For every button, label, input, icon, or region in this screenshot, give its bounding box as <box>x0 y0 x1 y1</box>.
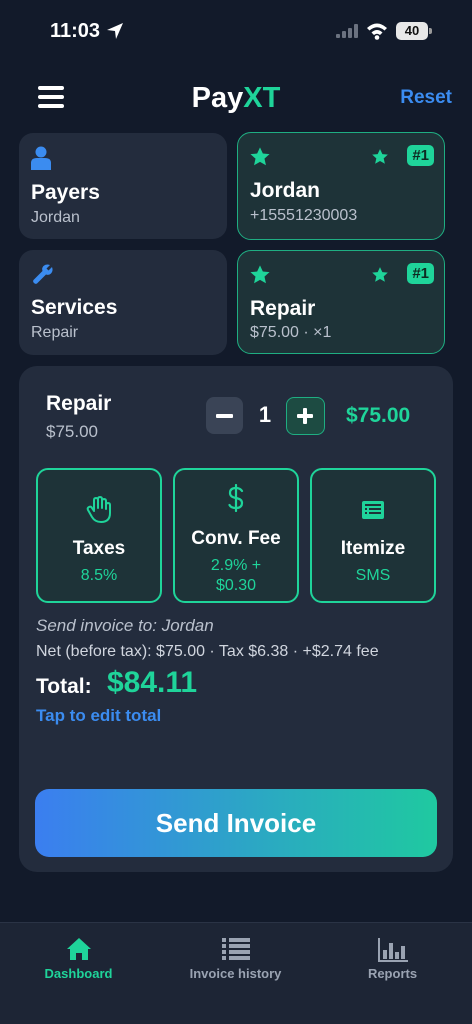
brand-pay: Pay <box>191 82 244 114</box>
taxes-title: Taxes <box>72 538 126 559</box>
increase-quantity-button[interactable] <box>286 397 325 435</box>
itemize-title: Itemize <box>340 538 406 559</box>
line-item-name: Repair <box>46 392 112 415</box>
total-label: Total: <box>36 675 92 698</box>
send-invoice-button[interactable]: Send Invoice <box>35 789 437 857</box>
cellular-signal-icon <box>336 24 358 38</box>
reset-button[interactable]: Reset <box>400 87 452 109</box>
rank-badge: #1 <box>407 145 434 166</box>
itemize-option[interactable]: Itemize SMS <box>310 468 436 603</box>
list-icon <box>157 937 314 961</box>
tab-invoice-history[interactable]: Invoice history <box>157 923 314 1024</box>
selected-service-card[interactable]: #1 Repair $75.00 · ×1 <box>237 250 445 354</box>
wrench-icon <box>33 264 53 284</box>
bottom-tab-bar: Dashboard Invoice history Reports <box>0 922 472 1024</box>
tab-dashboard-label: Dashboard <box>44 966 113 981</box>
tab-reports[interactable]: Reports <box>314 923 471 1024</box>
quantity-value: 1 <box>258 402 272 427</box>
home-icon <box>0 937 157 961</box>
payers-value: Jordan <box>31 209 80 226</box>
brand-xt: XT <box>243 82 281 114</box>
taxes-value: 8.5% <box>80 567 118 584</box>
send-to-label: Send invoice to: Jordan <box>36 616 214 635</box>
battery-indicator: 40 <box>396 22 428 40</box>
decrease-quantity-button[interactable] <box>206 397 243 434</box>
services-value: Repair <box>31 324 79 341</box>
convenience-fee-option[interactable]: Conv. Fee 2.9% + $0.30 <box>173 468 299 603</box>
receipt-icon <box>312 500 434 520</box>
conv-fee-value-line2: $0.30 <box>215 577 257 594</box>
conv-fee-value-line1: 2.9% + <box>210 557 262 574</box>
itemize-value: SMS <box>355 567 391 584</box>
dollar-icon <box>175 484 297 512</box>
tab-reports-label: Reports <box>367 966 418 981</box>
favorite-star-icon <box>372 267 388 282</box>
location-arrow-icon <box>107 23 123 39</box>
invoice-panel: Repair $75.00 1 $75.00 Taxes 8.5% Conv. … <box>19 366 453 872</box>
taxes-option[interactable]: Taxes 8.5% <box>36 468 162 603</box>
conv-fee-title: Conv. Fee <box>191 528 281 549</box>
services-card[interactable]: Services Repair <box>19 250 227 355</box>
bar-chart-icon <box>314 937 471 963</box>
payer-phone: +15551230003 <box>250 207 358 224</box>
star-icon <box>250 147 270 166</box>
tab-dashboard[interactable]: Dashboard <box>0 923 157 1024</box>
status-bar: 11:03 40 <box>0 0 472 60</box>
service-name: Repair <box>250 297 316 320</box>
services-title: Services <box>31 296 118 319</box>
hand-icon <box>38 496 160 524</box>
edit-total-link[interactable]: Tap to edit total <box>36 706 161 726</box>
wifi-icon <box>367 23 387 40</box>
total-value: $84.11 <box>107 666 198 699</box>
net-breakdown: Net (before tax): $75.00 · Tax $6.38 · +… <box>36 643 379 660</box>
payers-card[interactable]: Payers Jordan <box>19 133 227 239</box>
payer-name: Jordan <box>250 179 321 202</box>
person-icon <box>31 146 51 170</box>
line-item-price: $75.00 <box>46 422 98 441</box>
line-item-total: $75.00 <box>346 404 411 427</box>
selected-payer-card[interactable]: #1 Jordan +15551230003 <box>237 132 445 240</box>
favorite-star-icon <box>372 149 388 164</box>
service-detail: $75.00 · ×1 <box>250 324 332 341</box>
star-icon <box>250 265 270 284</box>
battery-tip <box>429 28 432 34</box>
status-time: 11:03 <box>50 20 101 42</box>
tab-invoice-history-label: Invoice history <box>189 966 282 981</box>
payers-title: Payers <box>31 181 100 204</box>
rank-badge: #1 <box>407 263 434 284</box>
